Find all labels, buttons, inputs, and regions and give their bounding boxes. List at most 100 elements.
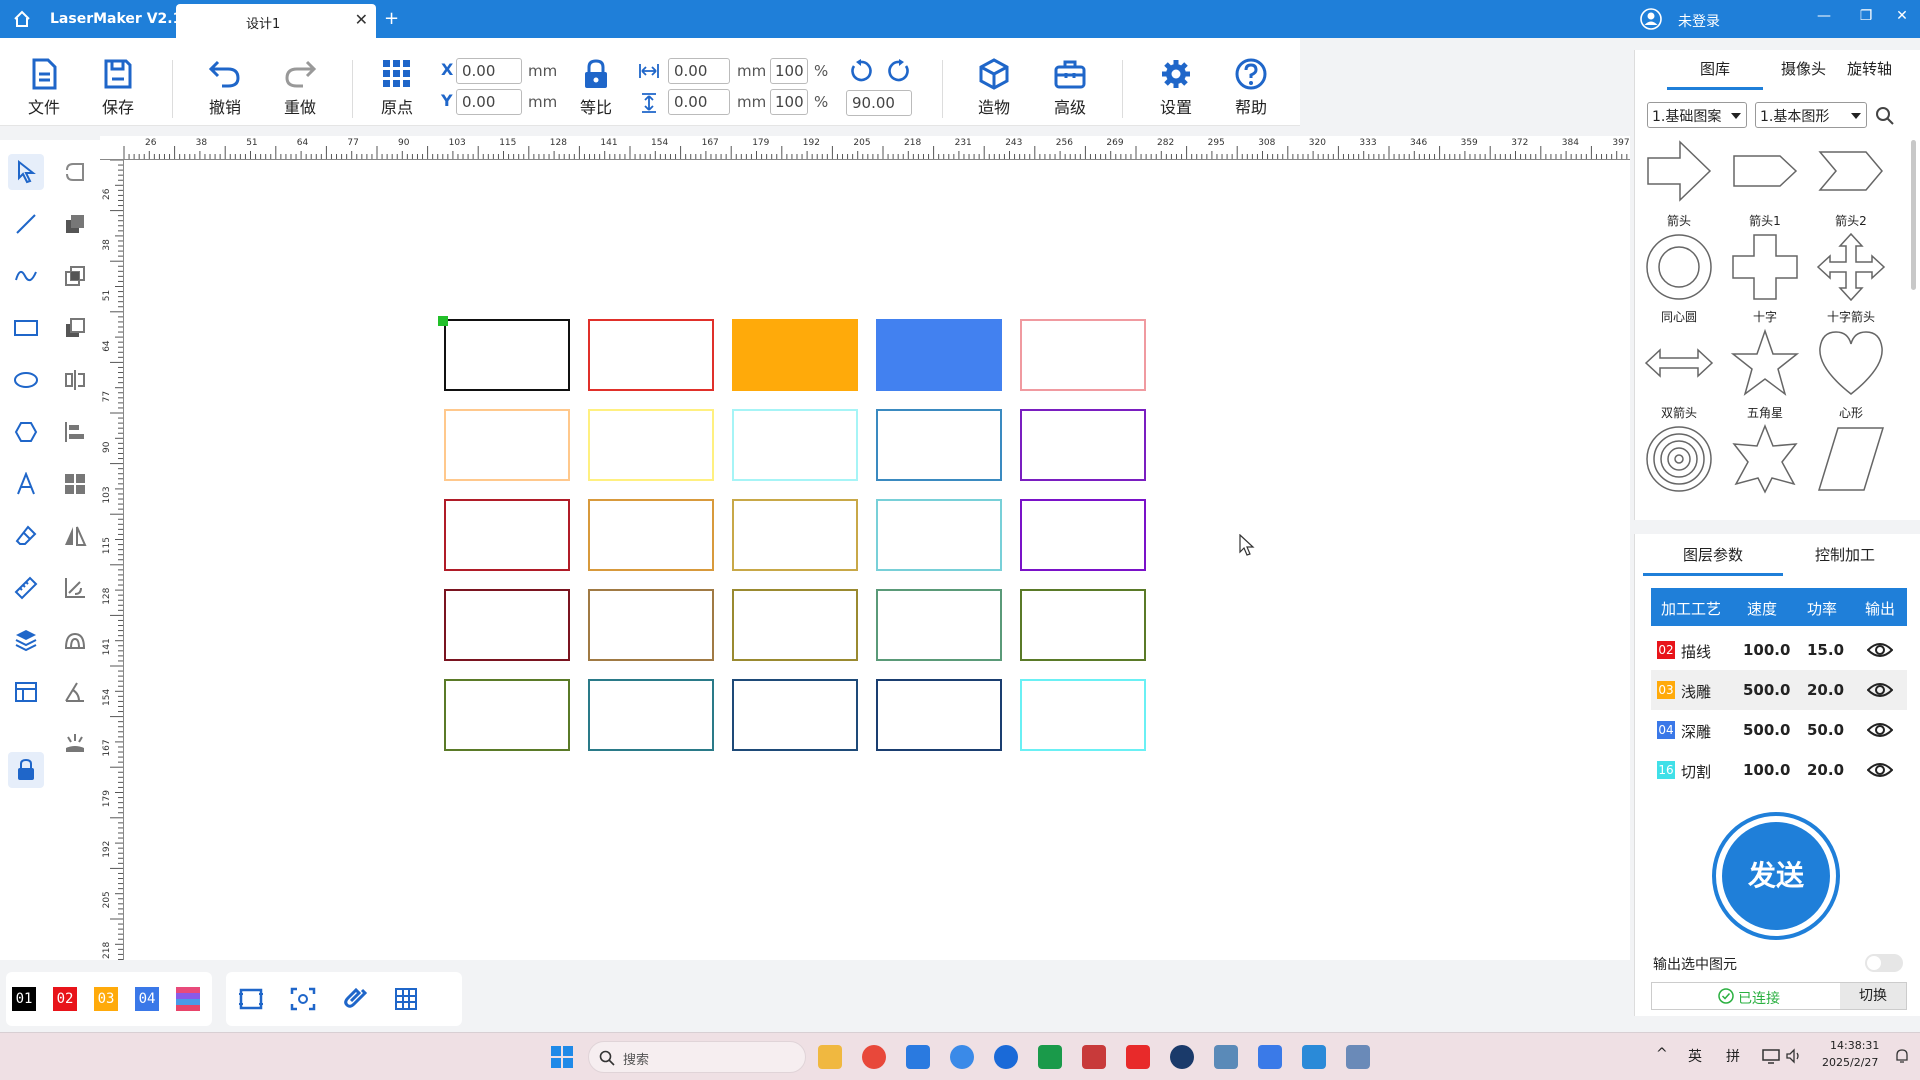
canvas-rectangle[interactable] [588,589,714,661]
width-input[interactable] [668,58,730,84]
polygon-tool[interactable] [8,414,44,450]
ime-pinyin[interactable]: 拼 [1726,1046,1740,1066]
app-icon[interactable] [1214,1045,1238,1069]
shape-heart[interactable]: 心形 [1811,328,1891,421]
tab-camera[interactable]: 摄像头 [1781,58,1826,79]
tab-layer-params[interactable]: 图层参数 [1643,544,1783,576]
ratio-lock-button[interactable]: 等比 [566,58,626,124]
align-tool[interactable] [57,414,93,450]
help-button[interactable]: 帮助 [1221,58,1281,124]
design-canvas[interactable] [124,160,1630,960]
new-tab-button[interactable]: + [384,8,399,29]
ellipse-tool[interactable] [8,362,44,398]
y-input[interactable] [456,89,522,115]
canvas-rectangle[interactable] [444,589,570,661]
shape-arrow[interactable]: 箭头 [1639,136,1719,229]
select-tool[interactable] [8,154,44,190]
shape-parallelogram[interactable] [1811,424,1891,498]
app-icon[interactable] [1082,1045,1106,1069]
home-icon[interactable] [12,9,32,29]
layer-chip-01[interactable]: 01 [12,987,36,1011]
app-icon[interactable] [1038,1045,1062,1069]
app-icon[interactable] [994,1045,1018,1069]
shape-star[interactable]: 五角星 [1725,328,1805,421]
canvas-rectangle[interactable] [1020,319,1146,391]
shape-cross[interactable]: 十字 [1725,232,1805,325]
origin-button[interactable]: 原点 [367,58,427,124]
offset-tool[interactable] [57,570,93,606]
canvas-rectangle[interactable] [1020,499,1146,571]
canvas-rectangle[interactable] [732,319,858,391]
volume-icon[interactable] [1786,1048,1802,1064]
rectangle-tool[interactable] [8,310,44,346]
maximize-icon[interactable]: ❐ [1856,8,1876,24]
line-tool[interactable] [8,206,44,242]
subcategory-select[interactable]: 1.基本图形 [1755,102,1867,128]
layer-row[interactable]: 02 描线 100.0 15.0 [1651,630,1907,670]
canvas-rectangle[interactable] [876,679,1002,751]
width-percent-input[interactable] [770,58,808,84]
file-explorer-icon[interactable] [818,1045,842,1069]
ime-english[interactable]: 英 [1688,1046,1702,1066]
text-tool[interactable] [8,466,44,502]
app-icon[interactable] [1258,1045,1282,1069]
shape-six-point-star[interactable] [1725,423,1805,498]
undo-button[interactable]: 撤销 [195,58,255,124]
canvas-rectangle[interactable] [876,319,1002,391]
height-input[interactable] [668,89,730,115]
tray-chevron-icon[interactable]: ^ [1656,1046,1668,1062]
subtract-tool[interactable] [57,310,93,346]
layout-tool[interactable] [8,674,44,710]
shape-arrow1[interactable]: 箭头1 [1725,136,1805,229]
curve-tool[interactable] [8,258,44,294]
canvas-rectangle[interactable] [588,319,714,391]
eye-icon[interactable] [1867,680,1893,700]
tab-library[interactable]: 图库 [1667,58,1763,90]
app-icon[interactable] [906,1045,930,1069]
canvas-rectangle[interactable] [444,679,570,751]
zoom-selection-icon[interactable] [290,987,316,1011]
advanced-button[interactable]: 高级 [1040,58,1100,124]
mirror-tool[interactable] [57,362,93,398]
layer-chip-02[interactable]: 02 [53,987,77,1011]
layer-row[interactable]: 04 深雕 500.0 50.0 [1651,710,1907,750]
tab-process-control[interactable]: 控制加工 [1815,544,1875,565]
node-edit-tool[interactable] [57,154,93,190]
canvas-rectangle[interactable] [444,499,570,571]
layer-row[interactable]: 16 切割 100.0 20.0 [1651,750,1907,790]
close-window-icon[interactable]: ✕ [1892,8,1912,24]
output-selected-toggle[interactable] [1865,954,1903,972]
app-icon[interactable] [1170,1045,1194,1069]
canvas-rectangle[interactable] [732,499,858,571]
app-icon[interactable] [1346,1045,1370,1069]
height-percent-input[interactable] [770,89,808,115]
library-scrollbar[interactable] [1911,140,1916,290]
shape-cross-arrow[interactable]: 十字箭头 [1811,232,1891,325]
file-button[interactable]: 文件 [14,58,74,124]
shape-double-arrow[interactable]: 双箭头 [1639,328,1719,421]
shape-arrow2[interactable]: 箭头2 [1811,136,1891,229]
canvas-rectangle[interactable] [444,319,570,391]
chrome-icon[interactable] [862,1045,886,1069]
angle-tool[interactable] [57,674,93,710]
flip-tool[interactable] [57,518,93,554]
canvas-rectangle[interactable] [588,679,714,751]
tab-rotary-axis[interactable]: 旋转轴 [1847,58,1892,79]
app-icon[interactable] [950,1045,974,1069]
canvas-rectangle[interactable] [588,409,714,481]
network-icon[interactable] [1762,1048,1780,1064]
taskbar-search[interactable]: 搜索 [588,1041,806,1073]
laser-tool[interactable] [57,726,93,762]
category-select[interactable]: 1.基础图案 [1647,102,1747,128]
switch-button[interactable]: 切换 [1840,983,1906,1009]
shape-spiral[interactable] [1639,424,1719,498]
fit-page-icon[interactable] [238,987,264,1011]
close-tab-icon[interactable]: ✕ [355,10,368,29]
eraser-tool[interactable] [8,518,44,554]
canvas-rectangle[interactable] [876,499,1002,571]
measure-tool[interactable] [8,570,44,606]
layer-row[interactable]: 03 浅雕 500.0 20.0 [1651,670,1907,710]
build-button[interactable]: 造物 [964,58,1024,124]
rotate-cw-icon[interactable] [886,58,912,84]
canvas-rectangle[interactable] [732,589,858,661]
